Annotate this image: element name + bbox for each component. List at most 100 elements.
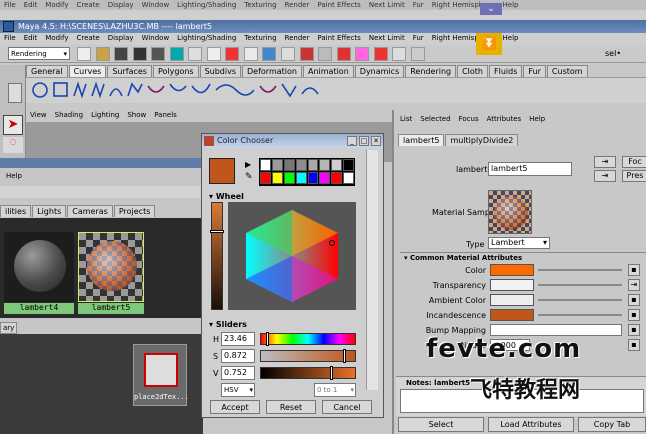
- load-attributes-button[interactable]: Load Attributes: [488, 417, 574, 432]
- reset-button[interactable]: Reset: [266, 400, 316, 414]
- pick-mask-icon[interactable]: [188, 47, 203, 61]
- back-menu-item[interactable]: Modify: [45, 1, 68, 9]
- menu-window[interactable]: Window: [142, 34, 170, 44]
- palette-swatch[interactable]: [307, 159, 319, 171]
- s-input[interactable]: 0.872: [221, 349, 255, 363]
- back-menu-item[interactable]: Window: [142, 1, 170, 9]
- layout-icon[interactable]: [410, 47, 425, 61]
- presets-button[interactable]: Pres: [622, 170, 646, 182]
- collapse-arrow-icon[interactable]: ▾: [209, 320, 216, 329]
- palette-swatch[interactable]: [319, 159, 331, 171]
- menu-modify[interactable]: Modify: [45, 34, 68, 44]
- palette-swatch[interactable]: [260, 172, 271, 184]
- hypershade-lower-tab[interactable]: ary: [0, 322, 18, 334]
- menu-create[interactable]: Create: [76, 34, 99, 44]
- type-select[interactable]: Lambert ▾: [488, 237, 550, 249]
- back-menu-item[interactable]: Edit: [24, 1, 38, 9]
- range-select[interactable]: 0 to 1 ▾: [314, 383, 356, 397]
- viewport-menu-show[interactable]: Show: [127, 111, 146, 121]
- snap-grid-icon[interactable]: [206, 47, 221, 61]
- map-button-incandescence[interactable]: ▪: [628, 309, 640, 321]
- hypershade-help-menu[interactable]: Help: [6, 172, 22, 180]
- select-object-icon[interactable]: [151, 47, 166, 61]
- h-slider[interactable]: [260, 333, 356, 345]
- select-button[interactable]: Select: [398, 417, 484, 432]
- menu-file[interactable]: File: [4, 34, 16, 44]
- swatch-arrow-icon[interactable]: ▶: [245, 160, 251, 169]
- menu-focus[interactable]: Focus: [459, 115, 479, 123]
- color-mode-select[interactable]: HSV ▾: [221, 383, 255, 397]
- map-button-bump[interactable]: ▪: [628, 324, 640, 336]
- shelf-menu-button[interactable]: [8, 83, 22, 103]
- insert-knot-icon[interactable]: [191, 83, 211, 94]
- back-menu-item[interactable]: Texturing: [244, 1, 276, 9]
- palette-swatch[interactable]: [271, 172, 283, 184]
- tab-cameras[interactable]: Cameras: [67, 205, 113, 217]
- shelf-tab-rendering[interactable]: Rendering: [405, 65, 457, 77]
- select-component-icon[interactable]: [169, 47, 184, 61]
- close-icon[interactable]: ✕: [371, 136, 381, 146]
- attach-curve-icon[interactable]: [147, 85, 165, 93]
- viewport-menu-shading[interactable]: Shading: [55, 111, 83, 121]
- shelf-tab-surfaces[interactable]: Surfaces: [107, 65, 152, 77]
- snap-point-icon[interactable]: [243, 47, 258, 61]
- shelf-tab-curves[interactable]: Curves: [68, 65, 107, 77]
- back-menu-item[interactable]: Help: [503, 1, 519, 9]
- value-strip-marker[interactable]: [210, 230, 224, 233]
- ruler-icon[interactable]: [392, 47, 407, 61]
- lasso-tool-icon[interactable]: ◌: [3, 137, 23, 153]
- transparency-slider[interactable]: [538, 284, 622, 286]
- chevron-down-icon[interactable]: ⌄: [480, 3, 502, 15]
- reverse-curve-icon[interactable]: [301, 87, 319, 95]
- palette-swatch[interactable]: [331, 159, 343, 171]
- back-menu-item[interactable]: Next Limit: [369, 1, 405, 9]
- palette-swatch[interactable]: [343, 159, 354, 171]
- shelf-tab-deformation[interactable]: Deformation: [242, 65, 302, 77]
- color-attr-slider[interactable]: [538, 269, 622, 271]
- back-menu-item[interactable]: Fur: [413, 1, 424, 9]
- hsv-hexagon[interactable]: [228, 202, 356, 310]
- select-hierarchy-icon[interactable]: [132, 47, 147, 61]
- back-menu-item[interactable]: Create: [76, 1, 99, 9]
- color-attr-swatch[interactable]: [490, 264, 534, 276]
- back-menu-item[interactable]: Render: [285, 1, 310, 9]
- map-button-diffuse[interactable]: ▪: [628, 339, 640, 351]
- ipr-icon[interactable]: [336, 47, 351, 61]
- menu-fur[interactable]: Fur: [413, 34, 424, 44]
- current-color-swatch[interactable]: [209, 158, 235, 184]
- presets-icon-button[interactable]: ⇥: [594, 170, 616, 182]
- save-scene-icon[interactable]: [114, 47, 129, 61]
- work-area[interactable]: place2dTex...: [0, 334, 203, 434]
- extend-curve-icon[interactable]: [215, 84, 255, 96]
- ep-curve-icon[interactable]: [91, 81, 105, 99]
- palette-swatch[interactable]: [295, 159, 307, 171]
- map-button-transparency[interactable]: ⇥: [628, 279, 640, 291]
- focus-icon-button[interactable]: ⇥: [594, 156, 616, 168]
- menu-selected[interactable]: Selected: [420, 115, 450, 123]
- s-slider-handle[interactable]: [343, 349, 346, 363]
- h-input[interactable]: 23.46: [221, 332, 255, 346]
- tab-lights[interactable]: Lights: [32, 205, 67, 217]
- palette-swatch[interactable]: [271, 159, 283, 171]
- accept-button[interactable]: Accept: [210, 400, 260, 414]
- chevron-down-icon[interactable]: ⏬: [476, 33, 502, 55]
- snap-curve-icon[interactable]: [225, 47, 240, 61]
- lambert5-swatch[interactable]: [78, 232, 144, 302]
- menu-next-limit[interactable]: Next Limit: [369, 34, 405, 44]
- palette-swatch[interactable]: [295, 172, 307, 184]
- viewport-menu-view[interactable]: View: [30, 111, 47, 121]
- detach-curve-icon[interactable]: [169, 83, 187, 92]
- menu-list[interactable]: List: [400, 115, 412, 123]
- incandescence-swatch[interactable]: [490, 309, 534, 321]
- open-scene-icon[interactable]: [95, 47, 110, 61]
- palette-swatch[interactable]: [319, 172, 331, 184]
- menu-render[interactable]: Render: [285, 34, 310, 44]
- palette-swatch[interactable]: [283, 159, 295, 171]
- render-icon[interactable]: [318, 47, 333, 61]
- menu-lighting[interactable]: Lighting/Shading: [177, 34, 236, 44]
- value-strip[interactable]: [211, 202, 223, 310]
- node-name-field[interactable]: lambert5: [488, 162, 572, 176]
- channel-box-icon[interactable]: [373, 47, 388, 61]
- back-menu-item[interactable]: Paint Effects: [317, 1, 360, 9]
- palette-swatch[interactable]: [260, 159, 271, 171]
